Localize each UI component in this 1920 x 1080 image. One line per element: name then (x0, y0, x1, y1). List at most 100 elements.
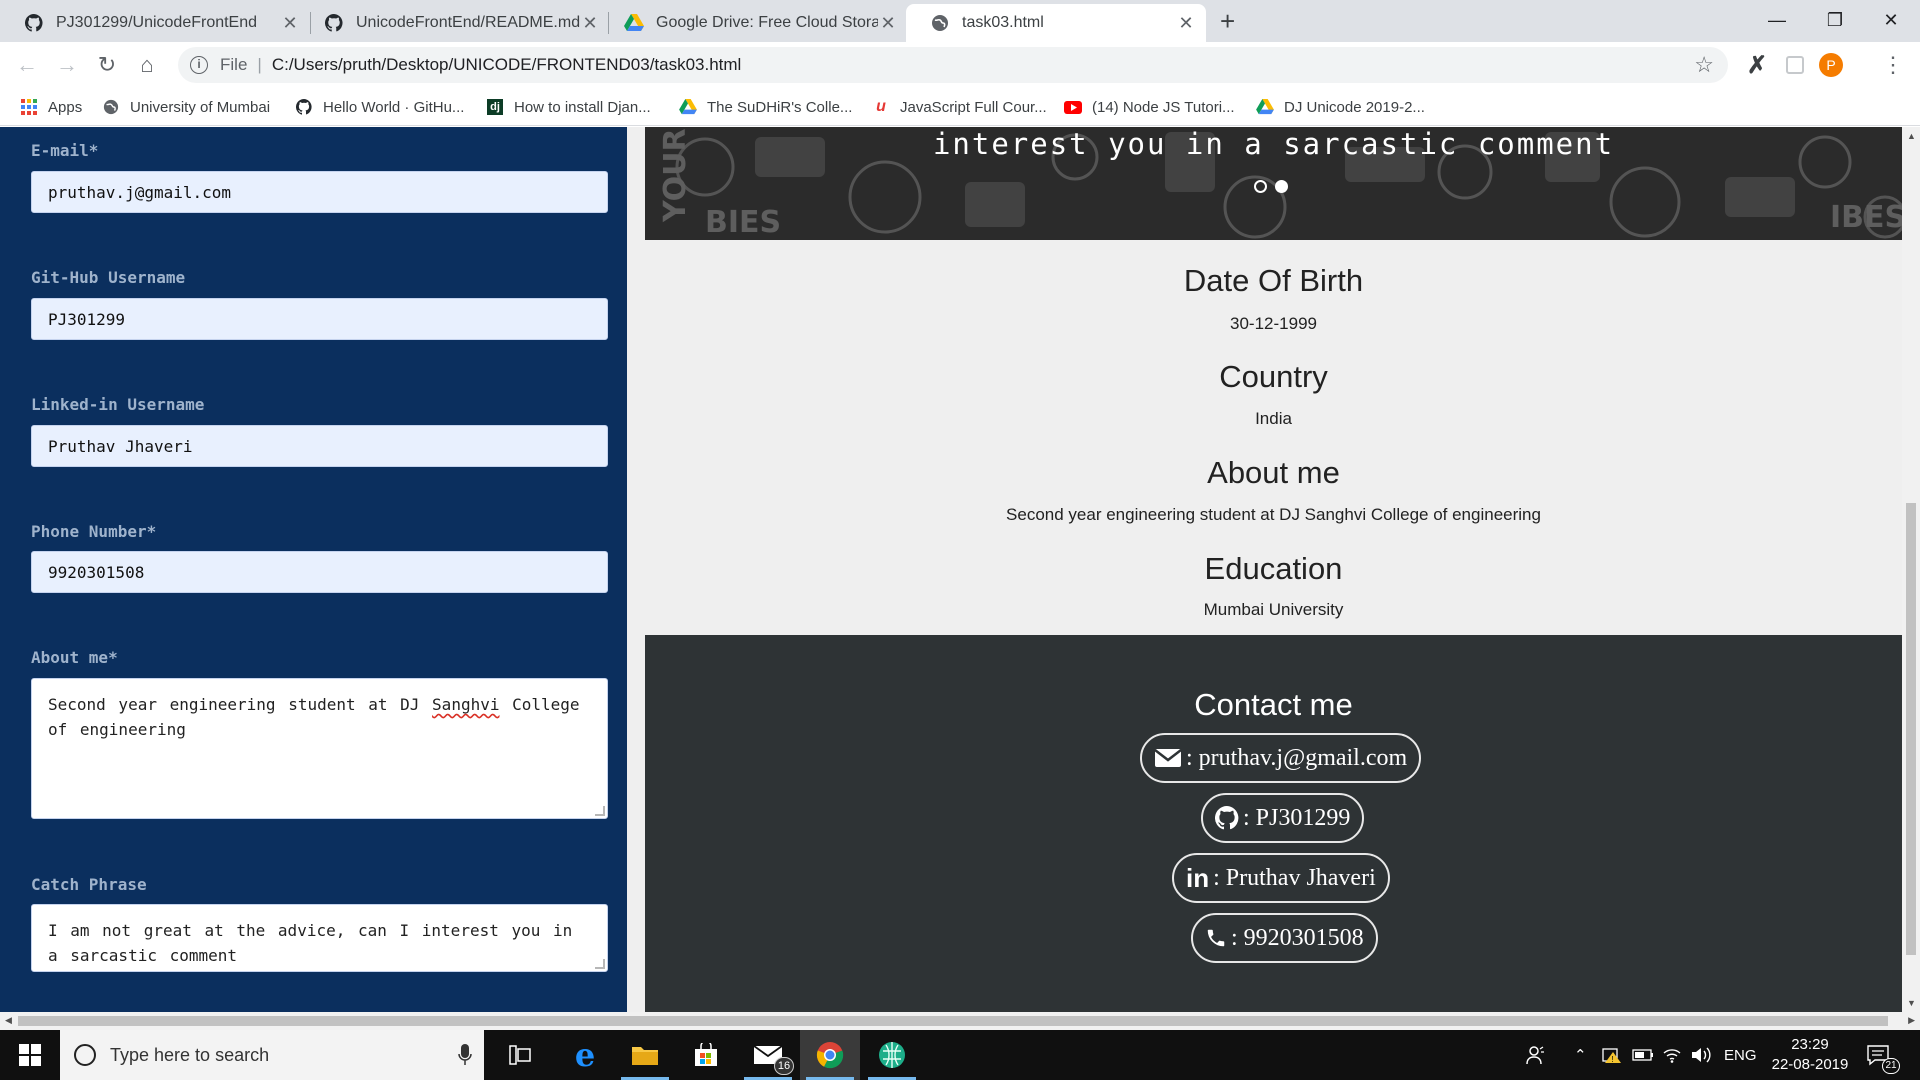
horizontal-scroll-thumb[interactable] (18, 1016, 1888, 1026)
youtube-icon (1064, 98, 1082, 116)
udemy-icon: u (876, 98, 886, 115)
bookmark-label: University of Mumbai (130, 98, 271, 116)
extension-box-icon[interactable] (1782, 52, 1808, 78)
github-icon (24, 13, 44, 33)
address-bar[interactable]: i File | C:/Users/pruth/Desktop/UNICODE/… (178, 47, 1728, 83)
vertical-scroll-thumb[interactable] (1906, 503, 1916, 955)
contact-linkedin-text: : Pruthav Jhaveri (1213, 864, 1376, 891)
bookmark-university-of-mumbai[interactable]: University of Mumbai (102, 88, 270, 126)
close-icon[interactable]: ✕ (878, 13, 898, 34)
file-explorer-icon[interactable] (615, 1030, 675, 1080)
github-icon (295, 98, 313, 116)
taskbar-search-box[interactable]: Type here to search (60, 1030, 484, 1080)
close-icon[interactable]: ✕ (580, 13, 600, 34)
bookmark-install-django[interactable]: dj How to install Djan... (486, 88, 651, 126)
svg-text:IBES: IBES (1830, 200, 1902, 235)
education-heading: Education (1204, 551, 1343, 586)
window-close-button[interactable]: ✕ (1862, 0, 1920, 40)
bookmark-dj-unicode[interactable]: DJ Unicode 2019-2... (1256, 88, 1425, 126)
back-button[interactable]: ← (13, 51, 41, 79)
new-tab-button[interactable]: + (1220, 6, 1235, 37)
network-warning-icon[interactable]: ! (1602, 1030, 1622, 1080)
bookmark-label: How to install Djan... (514, 98, 651, 116)
clock[interactable]: 23:29 22-08-2019 (1770, 1030, 1850, 1080)
dj-icon: dj (486, 98, 504, 116)
bookmark-hello-world[interactable]: Hello World · GitHu... (295, 88, 464, 126)
catch-phrase-carousel: YOUR IBES BIES interest you in a sarcast… (645, 127, 1902, 240)
scroll-up-arrow-icon[interactable]: ▲ (1907, 131, 1916, 141)
contact-phone[interactable]: : 9920301508 (1191, 913, 1378, 963)
tab-unicodefrontend[interactable]: PJ301299/UnicodeFrontEnd ✕ (0, 4, 310, 42)
bookmark-javascript-course[interactable]: u JavaScript Full Cour... (872, 88, 1047, 126)
github-username-field[interactable]: PJ301299 (31, 298, 608, 340)
bookmark-node-js-tutorial[interactable]: (14) Node JS Tutori... (1064, 88, 1235, 126)
carousel-dot-1[interactable] (1254, 180, 1267, 193)
volume-icon[interactable] (1690, 1030, 1712, 1080)
profile-avatar[interactable]: P (1818, 52, 1844, 78)
windows-logo-icon (19, 1044, 41, 1066)
horizontal-scrollbar[interactable]: ◀ ▶ (0, 1012, 1920, 1030)
microsoft-store-icon[interactable] (676, 1030, 736, 1080)
restore-button[interactable]: ❐ (1806, 0, 1864, 40)
google-drive-icon (679, 98, 697, 116)
people-icon[interactable] (1526, 1030, 1546, 1080)
task-view-icon[interactable] (490, 1030, 550, 1080)
start-button[interactable] (0, 1030, 60, 1080)
page-viewport: E-mail* pruthav.j@gmail.com Git-Hub User… (0, 127, 1902, 1012)
microphone-icon[interactable] (458, 1044, 472, 1071)
language-indicator[interactable]: ENG (1724, 1030, 1757, 1080)
contact-email[interactable]: : pruthav.j@gmail.com (1140, 733, 1422, 783)
bookmark-star-icon[interactable]: ☆ (1694, 52, 1714, 78)
url-scheme: File (220, 55, 248, 74)
edge-browser-icon[interactable]: e (555, 1030, 615, 1080)
close-icon[interactable]: ✕ (280, 13, 300, 34)
bookmark-apps[interactable]: Apps (20, 88, 82, 126)
extension-x-icon[interactable]: ✗ (1744, 52, 1770, 79)
scroll-left-arrow-icon[interactable]: ◀ (5, 1015, 12, 1026)
about-me-textarea[interactable]: Second year engineering student at DJ Sa… (31, 678, 608, 819)
chrome-icon[interactable] (800, 1030, 860, 1080)
app-globe-icon[interactable] (862, 1030, 922, 1080)
resize-handle[interactable] (595, 806, 605, 816)
contact-github[interactable]: : PJ301299 (1201, 793, 1365, 843)
linkedin-username-field[interactable]: Pruthav Jhaveri (31, 425, 608, 467)
scroll-down-arrow-icon[interactable]: ▼ (1907, 998, 1916, 1008)
phone-number-field[interactable]: 9920301508 (31, 551, 608, 593)
bookmark-label: Apps (48, 98, 83, 116)
about-heading: About me (1207, 455, 1340, 490)
tab-google-drive[interactable]: Google Drive: Free Cloud Storage ✕ (600, 4, 908, 42)
resize-handle[interactable] (595, 959, 605, 969)
wifi-icon[interactable] (1662, 1030, 1682, 1080)
bookmark-sudhirs-collection[interactable]: The SuDHiR's Colle... (679, 88, 852, 126)
tab-title: UnicodeFrontEnd/README.md at (356, 14, 580, 31)
info-icon[interactable]: i (190, 56, 208, 74)
tab-task03[interactable]: task03.html ✕ (906, 4, 1206, 42)
bookmarks-bar: Apps University of Mumbai Hello World · … (0, 88, 1920, 126)
notification-badge: 21 (1882, 1058, 1900, 1074)
battery-icon[interactable] (1632, 1030, 1654, 1080)
about-value: Second year engineering student at DJ Sa… (1006, 505, 1541, 524)
menu-kebab-icon[interactable]: ⋮ (1880, 52, 1906, 78)
mail-icon[interactable]: 16 (738, 1030, 798, 1080)
email-field[interactable]: pruthav.j@gmail.com (31, 171, 608, 213)
clock-time: 23:29 (1791, 1036, 1829, 1053)
close-icon[interactable]: ✕ (1176, 13, 1196, 34)
minimize-button[interactable]: — (1748, 0, 1806, 40)
globe-icon (930, 13, 950, 33)
home-button[interactable]: ⌂ (133, 51, 161, 79)
scroll-right-arrow-icon[interactable]: ▶ (1908, 1015, 1915, 1026)
apps-grid-icon (20, 98, 38, 116)
carousel-dot-2[interactable] (1275, 180, 1288, 193)
cortana-circle-icon (74, 1044, 96, 1066)
vertical-scrollbar[interactable]: ▲ ▼ (1902, 127, 1920, 1012)
windows-taskbar: Type here to search e 16 ⌃ ! ENG 23:29 2… (0, 1030, 1920, 1080)
catch-phrase-textarea[interactable]: I am not great at the advice, can I inte… (31, 904, 608, 972)
contact-linkedin[interactable]: in : Pruthav Jhaveri (1172, 853, 1390, 903)
chevron-up-icon[interactable]: ⌃ (1574, 1030, 1587, 1080)
bookmark-label: DJ Unicode 2019-2... (1284, 98, 1425, 116)
notification-center-icon[interactable]: 21 (1866, 1030, 1900, 1080)
tab-readme[interactable]: UnicodeFrontEnd/README.md at ✕ (300, 4, 610, 42)
reload-button[interactable]: ↻ (93, 51, 121, 79)
forward-button[interactable]: → (53, 51, 81, 79)
profile-form-panel: E-mail* pruthav.j@gmail.com Git-Hub User… (0, 127, 627, 1012)
